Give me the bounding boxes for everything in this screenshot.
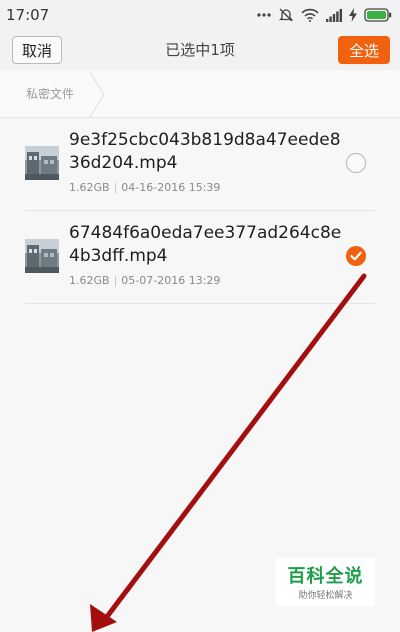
file-size: 1.62GB xyxy=(69,274,110,287)
status-icons xyxy=(257,7,392,23)
meta-separator: | xyxy=(113,274,118,287)
file-meta: 1.62GB | 04-16-2016 15:39 xyxy=(69,181,220,194)
file-date: 04-16-2016 15:39 xyxy=(121,181,221,194)
charging-icon xyxy=(349,8,357,22)
file-date: 05-07-2016 13:29 xyxy=(121,274,221,287)
video-thumbnail xyxy=(25,239,59,273)
mute-icon xyxy=(278,8,294,22)
select-checkbox[interactable] xyxy=(346,153,366,173)
watermark-subtitle: 助你轻松解决 xyxy=(298,591,353,601)
wifi-icon xyxy=(301,8,319,22)
divider xyxy=(25,303,375,304)
file-size: 1.62GB xyxy=(69,181,110,194)
breadcrumb-item-private-files[interactable]: 私密文件 xyxy=(0,72,98,117)
file-meta: 1.62GB | 05-07-2016 13:29 xyxy=(69,274,220,287)
selection-header: 已选中1项 取消 全选 xyxy=(0,30,400,70)
file-name: 67484f6a0eda7ee377ad264c8e4b3dff.mp4 xyxy=(69,223,342,266)
cancel-button[interactable]: 取消 xyxy=(12,36,62,64)
select-checkbox-checked[interactable] xyxy=(346,246,366,266)
file-list: 9e3f25cbc043b819d8a47eede836d204.mp4 1.6… xyxy=(0,118,400,304)
battery-icon xyxy=(364,8,392,22)
file-name: 9e3f25cbc043b819d8a47eede836d204.mp4 xyxy=(69,130,341,173)
signal-icon xyxy=(326,8,342,22)
video-thumbnail xyxy=(25,146,59,180)
select-all-button[interactable]: 全选 xyxy=(338,36,390,64)
breadcrumb: 私密文件 xyxy=(0,72,400,118)
more-dots-icon xyxy=(257,13,271,17)
meta-separator: | xyxy=(113,181,118,194)
list-item[interactable]: 67484f6a0eda7ee377ad264c8e4b3dff.mp4 1.6… xyxy=(0,211,400,304)
watermark-logo: 百科全说 助你轻松解决 xyxy=(276,558,375,606)
status-time: 17:07 xyxy=(6,6,50,24)
watermark-title: 百科全说 xyxy=(287,566,364,587)
checkmark-icon xyxy=(350,251,362,261)
status-bar: 17:07 xyxy=(0,0,400,30)
chevron-right-icon xyxy=(89,72,105,117)
list-item[interactable]: 9e3f25cbc043b819d8a47eede836d204.mp4 1.6… xyxy=(0,118,400,211)
